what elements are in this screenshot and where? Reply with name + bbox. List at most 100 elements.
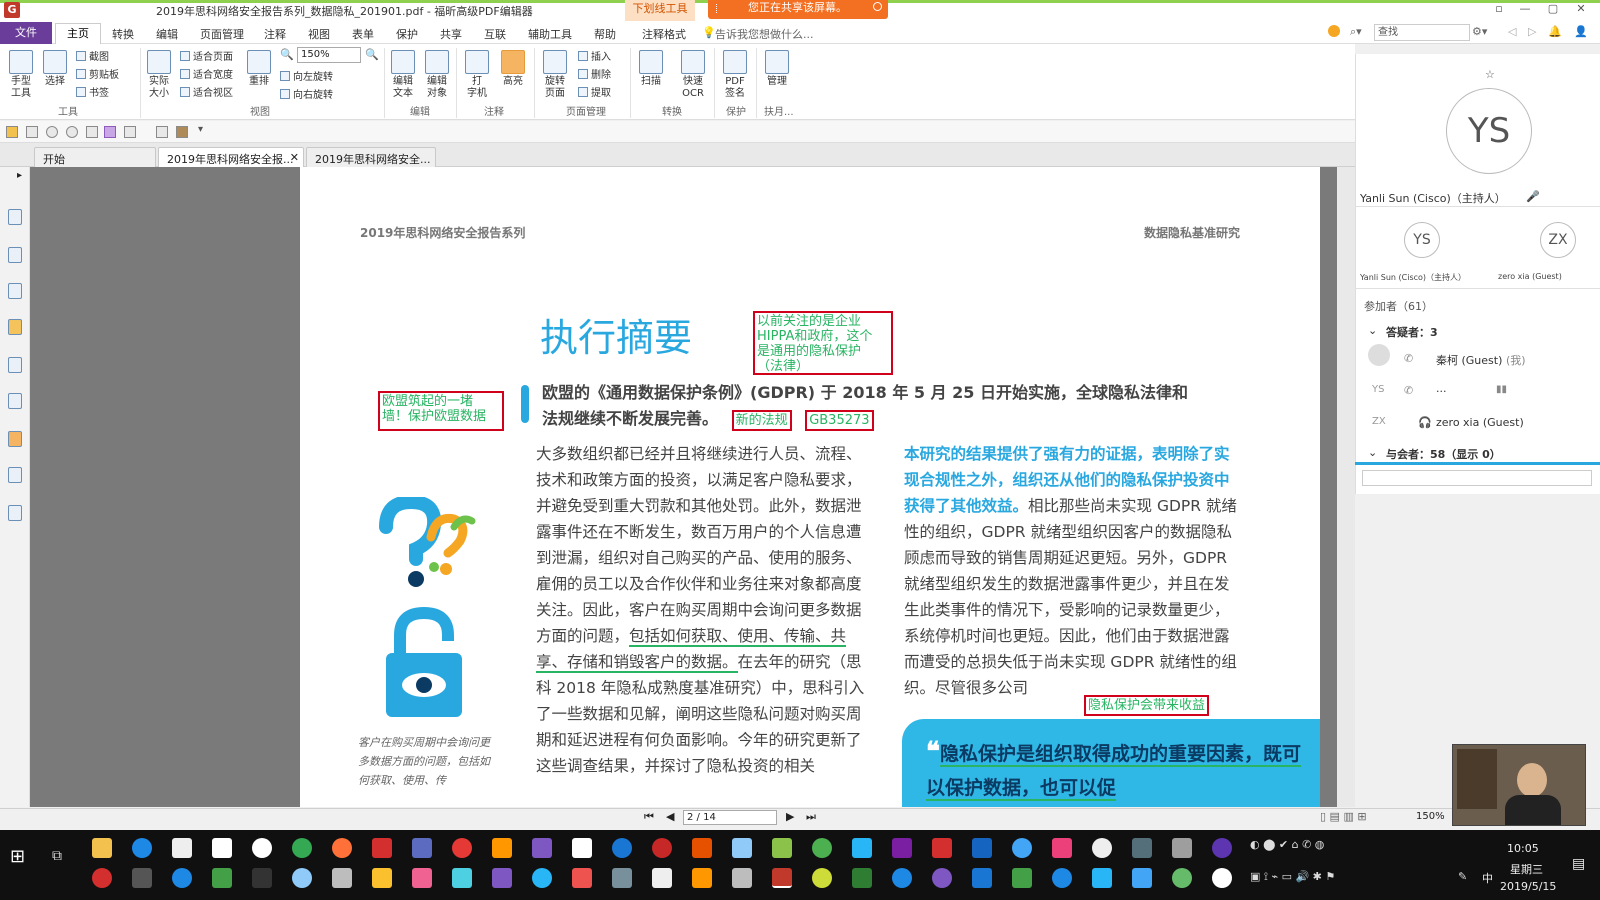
extract-page-button[interactable]: 提取 <box>578 84 611 99</box>
search-input[interactable]: 查找 <box>1374 24 1470 41</box>
media-player-icon[interactable] <box>1092 868 1112 888</box>
tab-edit[interactable]: 编辑 <box>156 26 178 42</box>
tab-document-active[interactable]: 2019年思科网络安全报... ✕ <box>158 147 304 167</box>
stop-share-icon[interactable] <box>873 2 882 11</box>
webcam-preview[interactable] <box>1452 744 1586 826</box>
webex-icon[interactable] <box>172 868 192 888</box>
zoom-out-icon[interactable]: 🔍 <box>280 48 294 61</box>
app-icon[interactable] <box>892 868 912 888</box>
search-app-icon[interactable] <box>252 838 272 858</box>
pdf-reader-icon[interactable] <box>932 838 952 858</box>
fit-width-button[interactable]: 适合宽度 <box>180 66 233 81</box>
windows-start-icon[interactable]: ⊞ <box>10 846 25 867</box>
task-view-icon[interactable]: ⧉ <box>52 848 62 864</box>
app-icon[interactable] <box>1132 868 1152 888</box>
tab-start[interactable]: 开始 <box>34 147 156 167</box>
annotation-privacy-benefit[interactable]: 隐私保护会带来收益 <box>1084 695 1210 716</box>
tab-connect[interactable]: 互联 <box>484 26 506 42</box>
highlight-button[interactable]: 高亮 <box>496 50 530 88</box>
text-tool-icon[interactable] <box>104 126 116 138</box>
terminal-icon[interactable] <box>252 868 272 888</box>
clipboard-button[interactable]: 剪贴板 <box>76 66 119 81</box>
comments-panel-icon[interactable] <box>8 319 22 335</box>
app-icon[interactable] <box>412 868 432 888</box>
app-icon[interactable] <box>972 868 992 888</box>
clock-time[interactable]: 10:05 <box>1507 842 1539 855</box>
system-tray-icons[interactable]: ◐ ⬤ ✔ ⌂ ✆ ◍ <box>1250 838 1324 851</box>
undo-icon[interactable] <box>46 126 58 138</box>
app-icon[interactable] <box>972 838 992 858</box>
customize-toolbar-icon[interactable]: ▾ <box>198 124 203 135</box>
close-tab-icon[interactable]: ✕ <box>290 151 299 164</box>
action-center-icon[interactable]: ▤ <box>1572 856 1585 872</box>
skin-icon[interactable] <box>1328 25 1340 37</box>
last-page-icon[interactable]: ⏭ <box>806 810 816 824</box>
chrome-icon[interactable] <box>292 838 312 858</box>
find-options-icon[interactable]: ⌕▾ <box>1350 25 1362 39</box>
app-icon[interactable] <box>1212 868 1232 888</box>
system-tray-icons-row2[interactable]: ▣ ⟟ ⌁ ▭ 🔊 ✱ ⚑ <box>1250 870 1335 884</box>
file-explorer-icon[interactable] <box>92 838 112 858</box>
app-icon[interactable] <box>1052 868 1072 888</box>
magnifier-icon[interactable] <box>1012 838 1032 858</box>
reflow-button[interactable]: 重排 <box>242 50 276 88</box>
quick-ocr-button[interactable]: 快速 OCR <box>676 50 710 100</box>
next-page-icon[interactable]: ▶ <box>786 810 794 823</box>
edit-object-button[interactable]: 编辑 对象 <box>420 50 454 100</box>
wechat-icon[interactable] <box>812 838 832 858</box>
calculator-icon[interactable] <box>332 868 352 888</box>
clock-date[interactable]: 2019/5/15 <box>1500 880 1556 893</box>
app-icon[interactable] <box>852 868 872 888</box>
app-icon[interactable] <box>852 838 872 858</box>
stamp-icon[interactable] <box>176 126 188 138</box>
tab-accessibility[interactable]: 辅助工具 <box>528 26 572 42</box>
youdao-icon[interactable] <box>372 838 392 858</box>
fit-view-button[interactable]: 适合视区 <box>180 84 233 99</box>
print-icon[interactable] <box>86 126 98 138</box>
insert-page-button[interactable]: 插入 <box>578 48 611 63</box>
mail-icon[interactable] <box>212 838 232 858</box>
annotation-gb35273[interactable]: GB35273 <box>805 410 874 431</box>
tab-help[interactable]: 帮助 <box>594 26 616 42</box>
pin-icon[interactable]: ☆ <box>1485 68 1495 81</box>
annotation-box-top[interactable]: 以前关注的是企业 HIPPA和政府，这个 是通用的隐私保护 （法律） <box>753 311 893 375</box>
rotate-right-button[interactable]: 向右旋转 <box>280 86 333 101</box>
context-tab-underline-tool[interactable]: 下划线工具 <box>625 0 695 21</box>
hand-small-icon[interactable] <box>156 126 168 138</box>
layers-panel-icon[interactable] <box>8 283 22 299</box>
rotate-left-button[interactable]: 向左旋转 <box>280 68 333 83</box>
visual-studio-icon[interactable] <box>492 868 512 888</box>
clock-weekday[interactable]: 星期三 <box>1510 861 1543 877</box>
restore-ribbon-icon[interactable]: ▫ <box>1486 2 1512 18</box>
fit-page-button[interactable]: 适合页面 <box>180 48 233 63</box>
edit-text-button[interactable]: 编辑 文本 <box>386 50 420 100</box>
text-format-icon[interactable] <box>124 126 136 138</box>
maximize-button[interactable]: ▢ <box>1540 2 1566 18</box>
content-panel-icon[interactable] <box>8 505 22 521</box>
hand-tool-button[interactable]: 手型 工具 <box>4 50 38 100</box>
signatures-panel-icon[interactable] <box>8 393 22 409</box>
app-icon[interactable] <box>612 868 632 888</box>
save-icon[interactable] <box>26 126 38 138</box>
redo-icon[interactable] <box>66 126 78 138</box>
rotate-page-button[interactable]: 旋转 页面 <box>538 50 572 100</box>
tab-convert[interactable]: 转换 <box>112 26 134 42</box>
app-icon[interactable] <box>612 838 632 858</box>
pdf-page[interactable]: 2019年思科网络安全报告系列 数据隐私基准研究 执行摘要 以前关注的是企业 H… <box>300 167 1320 807</box>
pdf-sign-button[interactable]: PDF 签名 <box>718 50 752 100</box>
typewriter-button[interactable]: 打 字机 <box>460 50 494 100</box>
zoom-in-icon[interactable]: 🔍 <box>365 48 379 61</box>
close-button[interactable]: ✕ <box>1568 2 1594 18</box>
tab-comment-format[interactable]: 注释格式 <box>642 26 686 42</box>
vertical-scrollbar[interactable] <box>1337 167 1355 807</box>
back-arrow-icon[interactable]: ◁ <box>1508 25 1516 38</box>
manage-button[interactable]: 管理 <box>760 50 794 88</box>
app-icon[interactable] <box>692 838 712 858</box>
tab-document-2[interactable]: 2019年思科网络安全... <box>306 147 436 167</box>
app-icon[interactable] <box>372 868 392 888</box>
user-account-icon[interactable]: 👤 <box>1574 25 1588 38</box>
pen-icon[interactable]: ✎ <box>1458 870 1467 883</box>
store-icon[interactable] <box>172 838 192 858</box>
app-icon[interactable] <box>292 868 312 888</box>
attendees-header[interactable]: 与会者：58（显示 0） <box>1386 446 1501 462</box>
